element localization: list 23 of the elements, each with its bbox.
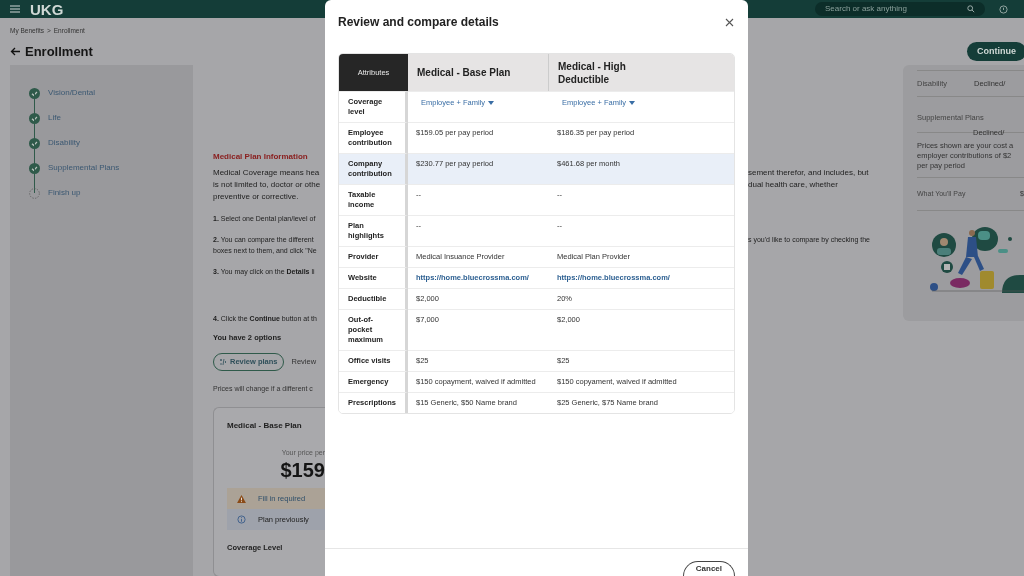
back-arrow-icon[interactable] [10,47,21,57]
card-title: Medical - Base Plan [227,419,303,432]
search-field[interactable]: Search or ask anything [815,2,985,16]
price: $159 [279,458,325,482]
logo: UKG [30,1,64,17]
paragraph: Medical Coverage means hea is not limited to, doctor or othe preventive or corrective. [213,166,322,203]
plan-header: Medical - High Deductible [549,54,734,91]
paragraph: sement therefor, and includes, but dual health care, whether [748,166,870,191]
dialog-title: Review and compare details [338,14,499,31]
section-heading: Medical Plan Information [213,150,309,163]
close-icon[interactable] [725,17,734,27]
continue-button[interactable]: Continue [967,42,1024,62]
warning-icon [237,494,246,503]
search-input[interactable]: Search or ask anything [825,3,967,15]
caret-icon [488,100,494,105]
plan-header: Medical - Base Plan [408,54,549,91]
caret-icon [629,100,635,105]
search-icon [967,5,975,13]
compare-icon [219,358,227,366]
menu-icon[interactable] [10,5,20,13]
info-icon [237,515,246,524]
circle-icon[interactable] [999,4,1008,14]
page-title: Enrollment [25,43,93,61]
